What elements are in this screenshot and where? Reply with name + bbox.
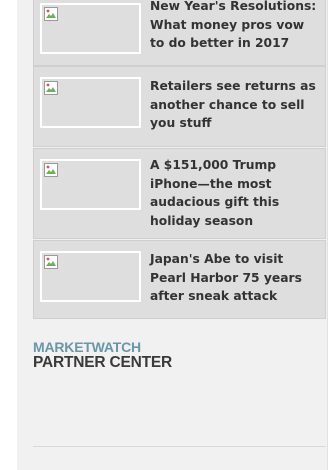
story-item[interactable]: A $151,000 Trump iPhone—the most audacio… [33, 148, 326, 239]
story-item[interactable]: New Year's Resolutions: What money pros … [33, 0, 326, 66]
broken-image-icon [44, 81, 58, 95]
partner-center-heading[interactable]: MARKETWATCH PARTNER CENTER [33, 340, 172, 371]
sidebar-panel: New Year's Resolutions: What money pros … [17, 0, 328, 470]
story-headline[interactable]: A $151,000 Trump iPhone—the most audacio… [150, 156, 319, 230]
story-headline[interactable]: Japan's Abe to visit Pearl Harbor 75 yea… [150, 250, 319, 306]
broken-image-icon [44, 163, 58, 177]
broken-image-icon [44, 255, 58, 269]
broken-image-icon [44, 7, 58, 21]
story-item[interactable]: Japan's Abe to visit Pearl Harbor 75 yea… [33, 240, 326, 319]
section-divider [33, 446, 326, 447]
partner-center-brand: MARKETWATCH [33, 339, 141, 355]
story-thumbnail[interactable] [40, 159, 141, 210]
story-headline[interactable]: Retailers see returns as another chance … [150, 77, 319, 133]
story-thumbnail[interactable] [40, 3, 141, 54]
story-item[interactable]: Retailers see returns as another chance … [33, 66, 326, 147]
sidebar-frame: New Year's Resolutions: What money pros … [0, 0, 332, 470]
story-headline[interactable]: New Year's Resolutions: What money pros … [150, 0, 319, 53]
story-thumbnail[interactable] [40, 251, 141, 302]
story-thumbnail[interactable] [40, 77, 141, 128]
partner-center-title: PARTNER CENTER [33, 354, 173, 371]
